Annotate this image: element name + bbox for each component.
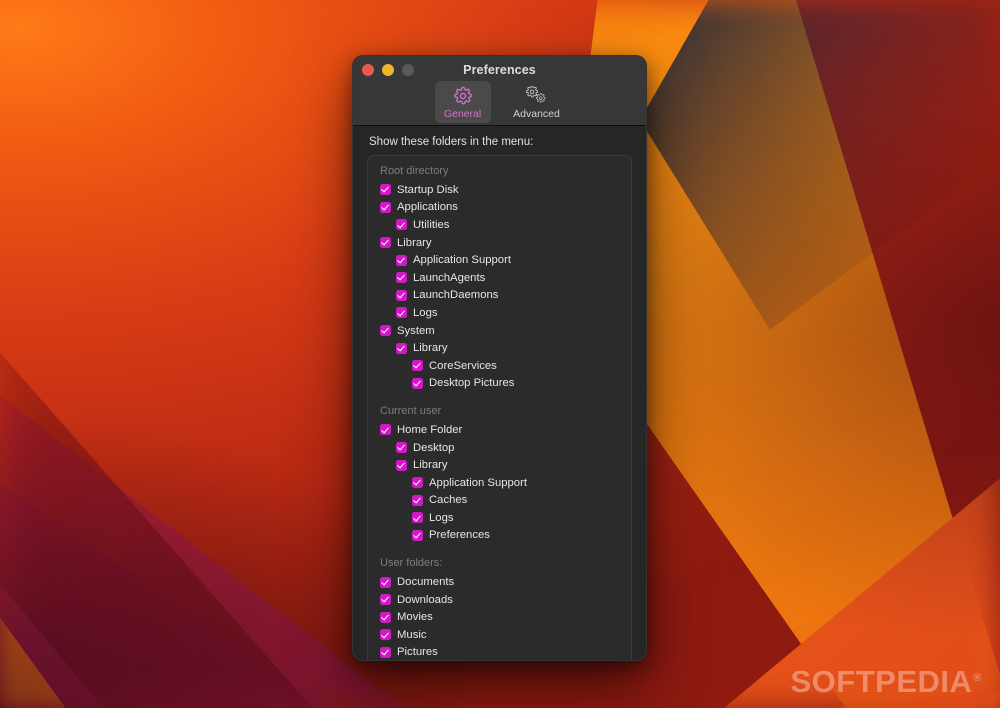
folder-row-label: Pictures	[397, 646, 438, 658]
folder-row[interactable]: Caches	[378, 492, 621, 510]
checkbox-checked-icon[interactable]	[380, 577, 391, 588]
folder-row[interactable]: Movies	[378, 608, 621, 626]
checkbox-checked-icon[interactable]	[412, 512, 423, 523]
folder-row[interactable]: LaunchDaemons	[378, 287, 621, 305]
folder-row-label: Preferences	[429, 529, 490, 541]
preferences-window: Preferences General	[352, 55, 647, 661]
folder-row[interactable]: Desktop Pictures	[378, 375, 621, 393]
folder-row-label: Desktop Pictures	[429, 377, 514, 389]
folder-row[interactable]: LaunchAgents	[378, 269, 621, 287]
checkbox-checked-icon[interactable]	[396, 442, 407, 453]
folder-row[interactable]: Application Support	[378, 474, 621, 492]
tab-advanced-label: Advanced	[513, 108, 560, 120]
window-title: Preferences	[353, 63, 646, 77]
folder-row-label: Utilities	[413, 219, 449, 231]
folder-section: User folders: Documents Downloads Movies Mus…	[378, 557, 621, 661]
folder-section: Root directory Startup Disk Applications Ut…	[378, 165, 621, 392]
checkbox-checked-icon[interactable]	[412, 360, 423, 371]
folder-row[interactable]: CoreServices	[378, 357, 621, 375]
tab-general-label: General	[444, 108, 481, 120]
folder-row[interactable]: Library	[378, 456, 621, 474]
folder-row-label: CoreServices	[429, 360, 497, 372]
checkbox-checked-icon[interactable]	[412, 530, 423, 541]
checkbox-checked-icon[interactable]	[396, 219, 407, 230]
toolbar-tab-group: General	[353, 81, 646, 123]
folder-row[interactable]: Library	[378, 234, 621, 252]
checkbox-checked-icon[interactable]	[396, 272, 407, 283]
folder-row-label: Logs	[429, 512, 454, 524]
double-gear-icon	[526, 85, 548, 107]
checkbox-checked-icon[interactable]	[380, 647, 391, 658]
watermark-text: SOFTPEDIA	[790, 664, 972, 699]
folder-row-label: Home Folder	[397, 424, 462, 436]
checkbox-checked-icon[interactable]	[396, 460, 407, 471]
tab-advanced[interactable]: Advanced	[509, 81, 565, 123]
section-header: User folders:	[380, 557, 621, 569]
checkbox-checked-icon[interactable]	[412, 477, 423, 488]
checkbox-checked-icon[interactable]	[412, 378, 423, 389]
checkbox-checked-icon[interactable]	[396, 255, 407, 266]
checkbox-checked-icon[interactable]	[380, 424, 391, 435]
desktop-background: SOFTPEDIA® Preferences General	[0, 0, 1000, 708]
folder-row-label: Application Support	[413, 254, 511, 266]
folder-row[interactable]: Library	[378, 339, 621, 357]
folder-row[interactable]: Pictures	[378, 644, 621, 661]
folder-row-label: Library	[413, 459, 448, 471]
checkbox-checked-icon[interactable]	[412, 495, 423, 506]
section-header: Root directory	[380, 165, 621, 177]
folder-row[interactable]: Startup Disk	[378, 181, 621, 199]
folder-row[interactable]: Logs	[378, 509, 621, 527]
checkbox-checked-icon[interactable]	[380, 629, 391, 640]
folder-row-label: LaunchAgents	[413, 272, 485, 284]
checkbox-checked-icon[interactable]	[380, 612, 391, 623]
folder-row[interactable]: Desktop	[378, 439, 621, 457]
folder-list-caption: Show these folders in the menu:	[369, 136, 632, 148]
folder-row[interactable]: Application Support	[378, 251, 621, 269]
checkbox-checked-icon[interactable]	[380, 237, 391, 248]
checkbox-checked-icon[interactable]	[380, 184, 391, 195]
folder-row-label: Caches	[429, 494, 467, 506]
checkbox-checked-icon[interactable]	[380, 325, 391, 336]
folder-row-label: LaunchDaemons	[413, 289, 498, 301]
folder-row-label: Logs	[413, 307, 438, 319]
folder-row[interactable]: Music	[378, 626, 621, 644]
window-titlebar[interactable]: Preferences General	[353, 56, 646, 126]
folder-row-label: Library	[397, 237, 432, 249]
preferences-body: Show these folders in the menu: Root dir…	[353, 126, 646, 661]
folder-row-label: Application Support	[429, 477, 527, 489]
folder-row-label: Documents	[397, 576, 454, 588]
folder-row[interactable]: Applications	[378, 199, 621, 217]
gear-icon	[453, 85, 473, 107]
folder-section: Current user Home Folder Desktop Library App…	[378, 405, 621, 544]
registered-mark-icon: ®	[973, 672, 982, 684]
tab-general[interactable]: General	[435, 81, 491, 123]
folder-row[interactable]: Documents	[378, 573, 621, 591]
folder-row[interactable]: Downloads	[378, 591, 621, 609]
folder-row-label: Movies	[397, 611, 433, 623]
checkbox-checked-icon[interactable]	[396, 343, 407, 354]
folder-checkbox-list[interactable]: Root directory Startup Disk Applications Ut…	[367, 155, 632, 661]
folder-row-label: Library	[413, 342, 448, 354]
softpedia-watermark: SOFTPEDIA®	[790, 664, 982, 700]
folder-row-label: Music	[397, 629, 427, 641]
checkbox-checked-icon[interactable]	[380, 594, 391, 605]
checkbox-checked-icon[interactable]	[396, 307, 407, 318]
folder-row-label: System	[397, 325, 435, 337]
folder-row[interactable]: Utilities	[378, 216, 621, 234]
folder-row-label: Downloads	[397, 594, 453, 606]
section-header: Current user	[380, 405, 621, 417]
folder-row[interactable]: Preferences	[378, 527, 621, 545]
checkbox-checked-icon[interactable]	[380, 202, 391, 213]
checkbox-checked-icon[interactable]	[396, 290, 407, 301]
folder-row-label: Applications	[397, 201, 458, 213]
folder-row[interactable]: Home Folder	[378, 421, 621, 439]
folder-row[interactable]: System	[378, 322, 621, 340]
folder-row[interactable]: Logs	[378, 304, 621, 322]
folder-row-label: Desktop	[413, 442, 454, 454]
folder-row-label: Startup Disk	[397, 184, 459, 196]
